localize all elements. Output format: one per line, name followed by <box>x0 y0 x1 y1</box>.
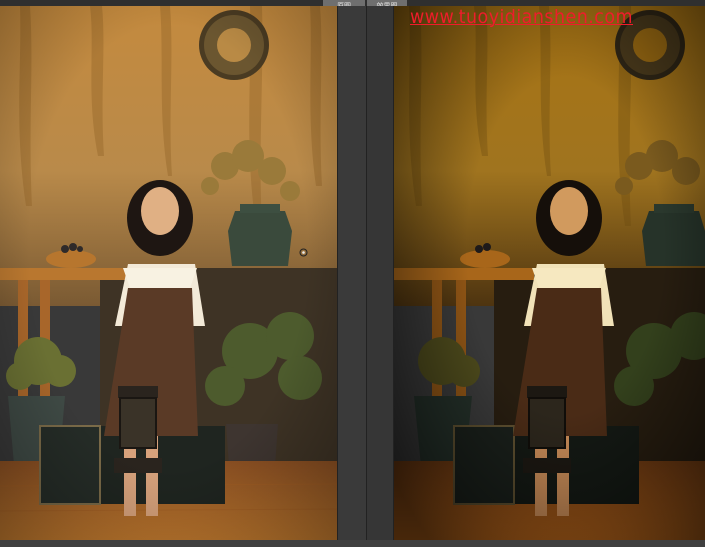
after-photo <box>394 6 705 540</box>
divider-line <box>366 6 367 547</box>
divider-line <box>337 6 338 547</box>
after-image-pane <box>394 6 705 540</box>
watermark-text: www.tuoyidianshen.com <box>410 6 633 28</box>
pane-divider <box>338 6 366 547</box>
pane-divider <box>366 6 394 547</box>
crosshair-icon <box>299 248 308 257</box>
photo-compare-window: 原图 效果图 <box>0 0 705 547</box>
before-image-pane <box>0 6 337 540</box>
bottom-bar <box>0 540 705 547</box>
before-photo <box>0 6 337 540</box>
